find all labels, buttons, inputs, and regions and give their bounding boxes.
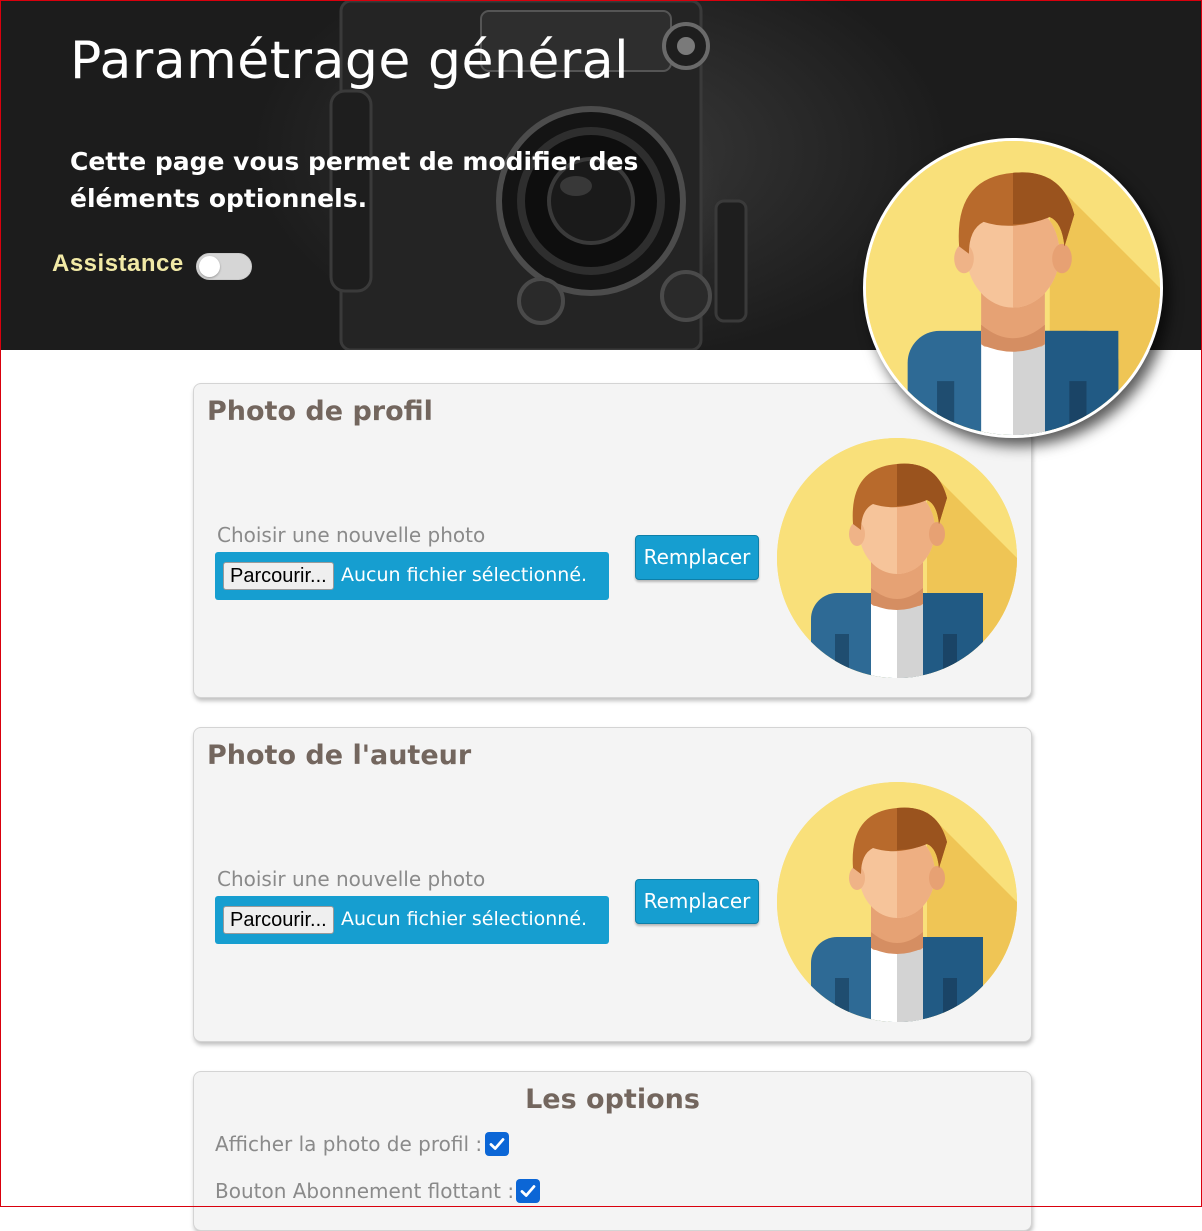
toggle-knob [199, 256, 220, 277]
options-title: Les options [525, 1084, 700, 1115]
author-photo-card: Photo de l'auteur Choisir une nouvelle p… [193, 727, 1032, 1042]
browse-button[interactable]: Parcourir... [223, 906, 334, 934]
author-photo-title: Photo de l'auteur [207, 740, 472, 771]
profile-photo-file-input[interactable]: Parcourir... Aucun fichier sélectionné. [215, 552, 609, 600]
browse-button[interactable]: Parcourir... [223, 562, 334, 590]
author-photo-preview [777, 782, 1017, 1022]
profile-photo-card: Photo de profil Choisir une nouvelle pho… [193, 383, 1032, 698]
avatar-icon [777, 782, 1017, 1022]
floating-subscribe-checkbox[interactable] [516, 1179, 540, 1203]
options-card: Les options Afficher la photo de profil … [193, 1071, 1032, 1231]
page-title: Paramétrage général [70, 31, 630, 91]
profile-avatar-large [863, 138, 1163, 438]
profile-photo-file-label: Choisir une nouvelle photo [217, 523, 486, 547]
author-photo-file-input[interactable]: Parcourir... Aucun fichier sélectionné. [215, 896, 609, 944]
checkmark-icon [489, 1138, 505, 1150]
avatar-icon [866, 141, 1160, 435]
profile-photo-replace-button[interactable]: Remplacer [635, 535, 759, 580]
file-status-text: Aucun fichier sélectionné. [341, 564, 588, 586]
assistance-toggle[interactable] [196, 253, 252, 280]
option-label-show-profile-photo: Afficher la photo de profil : [215, 1132, 483, 1156]
profile-photo-preview [777, 438, 1017, 678]
option-label-floating-subscribe: Bouton Abonnement flottant : [215, 1179, 515, 1203]
assistance-label: Assistance [52, 250, 184, 277]
checkmark-icon [520, 1185, 536, 1197]
profile-photo-title: Photo de profil [207, 396, 433, 427]
author-photo-replace-button[interactable]: Remplacer [635, 879, 759, 924]
page-subtitle: Cette page vous permet de modifier des é… [70, 147, 639, 213]
show-profile-photo-checkbox[interactable] [485, 1132, 509, 1156]
file-status-text: Aucun fichier sélectionné. [341, 908, 588, 930]
avatar-icon [777, 438, 1017, 678]
author-photo-file-label: Choisir une nouvelle photo [217, 867, 486, 891]
